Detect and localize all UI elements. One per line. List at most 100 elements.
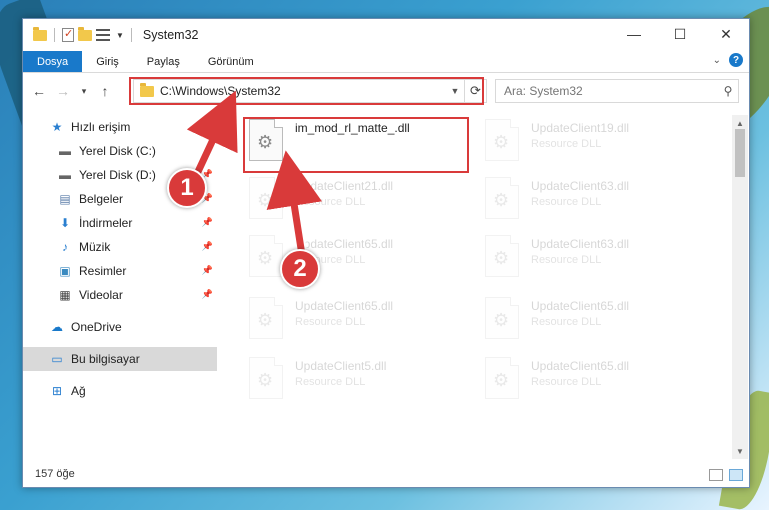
sidebar-item-label: Hızlı erişim (71, 120, 131, 134)
quick-access-toolbar: ▼ (23, 26, 135, 42)
sidebar-item-local-disk-c[interactable]: ▬ Yerel Disk (C:) 📌 (23, 139, 217, 163)
large-icons-view-icon[interactable] (729, 469, 743, 481)
dll-file-icon: ⚙ (249, 177, 283, 219)
file-item[interactable]: ⚙ UpdateClient5.dll Resource DLL (249, 357, 469, 407)
sidebar-item-pictures[interactable]: ▣ Resimler 📌 (23, 259, 217, 283)
window-title: System32 (142, 28, 199, 42)
title-bar: ▼ System32 — ☐ ✕ (23, 19, 749, 51)
details-view-icon[interactable] (709, 469, 723, 481)
new-folder-icon[interactable] (78, 26, 92, 41)
ribbon-tabs: Dosya Giriş Paylaş Görünüm ⌄ ? (23, 51, 749, 73)
sidebar-item-onedrive[interactable]: ☁ OneDrive (23, 315, 217, 339)
gear-icon: ⚙ (493, 310, 510, 330)
file-item[interactable]: ⚙ UpdateClient65.dll Resource DLL (485, 297, 705, 347)
annotation-highlight-address (129, 77, 484, 105)
gear-icon: ⚙ (257, 190, 274, 210)
pin-icon[interactable]: 📌 (202, 241, 213, 252)
sidebar-item-label: Ağ (71, 384, 86, 398)
file-item[interactable]: ⚙ UpdateClient65.dll Resource DLL (249, 297, 469, 347)
forward-arrow-icon[interactable]: → (55, 83, 71, 99)
close-button[interactable]: ✕ (703, 19, 749, 49)
file-name: UpdateClient19.dll (531, 121, 630, 135)
expand-ribbon-chevron-icon[interactable]: ⌄ (713, 55, 721, 66)
pin-icon[interactable]: 📌 (202, 289, 213, 300)
gear-icon: ⚙ (493, 132, 510, 152)
pictures-icon: ▣ (59, 264, 71, 278)
customize-view-icon[interactable] (96, 29, 110, 41)
sidebar-item-videos[interactable]: ▦ Videolar 📌 (23, 283, 217, 307)
file-list: ⚙ im_mod_rl_matte_.dll ⚙ UpdateClient19.… (237, 115, 731, 459)
window-controls: — ☐ ✕ (611, 19, 749, 49)
file-name: UpdateClient65.dll (295, 237, 394, 251)
file-name: UpdateClient21.dll (295, 179, 394, 193)
help-icon[interactable]: ? (729, 53, 743, 67)
tab-view[interactable]: Görünüm (194, 51, 268, 72)
search-icon[interactable]: ⚲ (718, 84, 738, 98)
sidebar-item-label: Yerel Disk (C:) (79, 144, 156, 158)
file-name: UpdateClient5.dll (295, 359, 387, 373)
search-input[interactable] (504, 84, 718, 98)
sidebar-item-label: OneDrive (71, 320, 122, 334)
sidebar-item-music[interactable]: ♪ Müzik 📌 (23, 235, 217, 259)
sidebar-item-label: Resimler (79, 264, 127, 278)
gear-icon: ⚙ (493, 370, 510, 390)
computer-icon: ▭ (51, 352, 63, 366)
back-arrow-icon[interactable]: ← (31, 83, 47, 99)
pin-icon[interactable]: 📌 (202, 265, 213, 276)
gear-icon: ⚙ (493, 190, 510, 210)
scrollbar-thumb[interactable] (735, 129, 745, 177)
pin-icon[interactable]: 📌 (202, 145, 213, 156)
dll-file-icon: ⚙ (485, 297, 519, 339)
tab-share[interactable]: Paylaş (133, 51, 194, 72)
file-type: Resource DLL (531, 138, 602, 150)
file-type: Resource DLL (531, 254, 602, 266)
minimize-button[interactable]: — (611, 19, 657, 49)
file-type: Resource DLL (295, 196, 366, 208)
step-2-badge: 2 (280, 249, 320, 289)
item-count: 157 öğe (35, 468, 75, 480)
scroll-down-icon[interactable]: ▼ (732, 443, 748, 459)
tab-file[interactable]: Dosya (23, 51, 83, 72)
sidebar-item-downloads[interactable]: ⬇ İndirmeler 📌 (23, 211, 217, 235)
sidebar-item-this-pc[interactable]: ▭ Bu bilgisayar (23, 347, 217, 371)
file-item[interactable]: ⚙ UpdateClient19.dll Resource DLL (485, 119, 705, 169)
vertical-scrollbar[interactable]: ▲ ▼ (732, 115, 748, 459)
status-bar: 157 öğe (23, 461, 749, 487)
dll-file-icon: ⚙ (249, 235, 283, 277)
customize-toolbar-dropdown-icon[interactable]: ▼ (116, 31, 124, 40)
file-item[interactable]: ⚙ UpdateClient65.dll Resource DLL (485, 357, 705, 407)
file-type: Resource DLL (531, 316, 602, 328)
tab-home[interactable]: Giriş (82, 51, 133, 72)
file-item[interactable]: ⚙ UpdateClient63.dll Resource DLL (485, 235, 705, 285)
folder-icon[interactable] (33, 26, 47, 41)
file-item[interactable]: ⚙ UpdateClient63.dll Resource DLL (485, 177, 705, 227)
sidebar-item-label: Yerel Disk (D:) (79, 168, 156, 182)
file-name: UpdateClient63.dll (531, 237, 630, 251)
file-name: UpdateClient65.dll (295, 299, 394, 313)
file-item[interactable]: ⚙ UpdateClient21.dll Resource DLL (249, 177, 469, 227)
dll-file-icon: ⚙ (249, 297, 283, 339)
sidebar-item-label: İndirmeler (79, 216, 133, 230)
download-icon: ⬇ (59, 216, 71, 230)
drive-icon: ▬ (59, 168, 71, 182)
ribbon-right: ⌄ ? (713, 53, 743, 67)
file-name: UpdateClient63.dll (531, 179, 630, 193)
pin-icon[interactable]: 📌 (202, 217, 213, 228)
file-type: Resource DLL (295, 376, 366, 388)
sidebar-item-network[interactable]: ⊞ Ağ (23, 379, 217, 403)
maximize-button[interactable]: ☐ (657, 19, 703, 49)
annotation-highlight-file (243, 117, 469, 173)
up-arrow-icon[interactable]: ↑ (97, 83, 113, 99)
search-box[interactable]: ⚲ (495, 79, 739, 103)
star-icon: ★ (51, 120, 63, 134)
recent-locations-dropdown-icon[interactable]: ▾ (79, 86, 89, 97)
network-icon: ⊞ (51, 384, 63, 398)
separator (54, 28, 55, 42)
sidebar-item-label: Belgeler (79, 192, 124, 206)
navigation-pane: ★ Hızlı erişim ▬ Yerel Disk (C:) 📌 ▬ Yer… (23, 115, 217, 459)
properties-icon[interactable] (62, 27, 74, 42)
sidebar-item-quick-access[interactable]: ★ Hızlı erişim (23, 115, 217, 139)
dll-file-icon: ⚙ (485, 357, 519, 399)
